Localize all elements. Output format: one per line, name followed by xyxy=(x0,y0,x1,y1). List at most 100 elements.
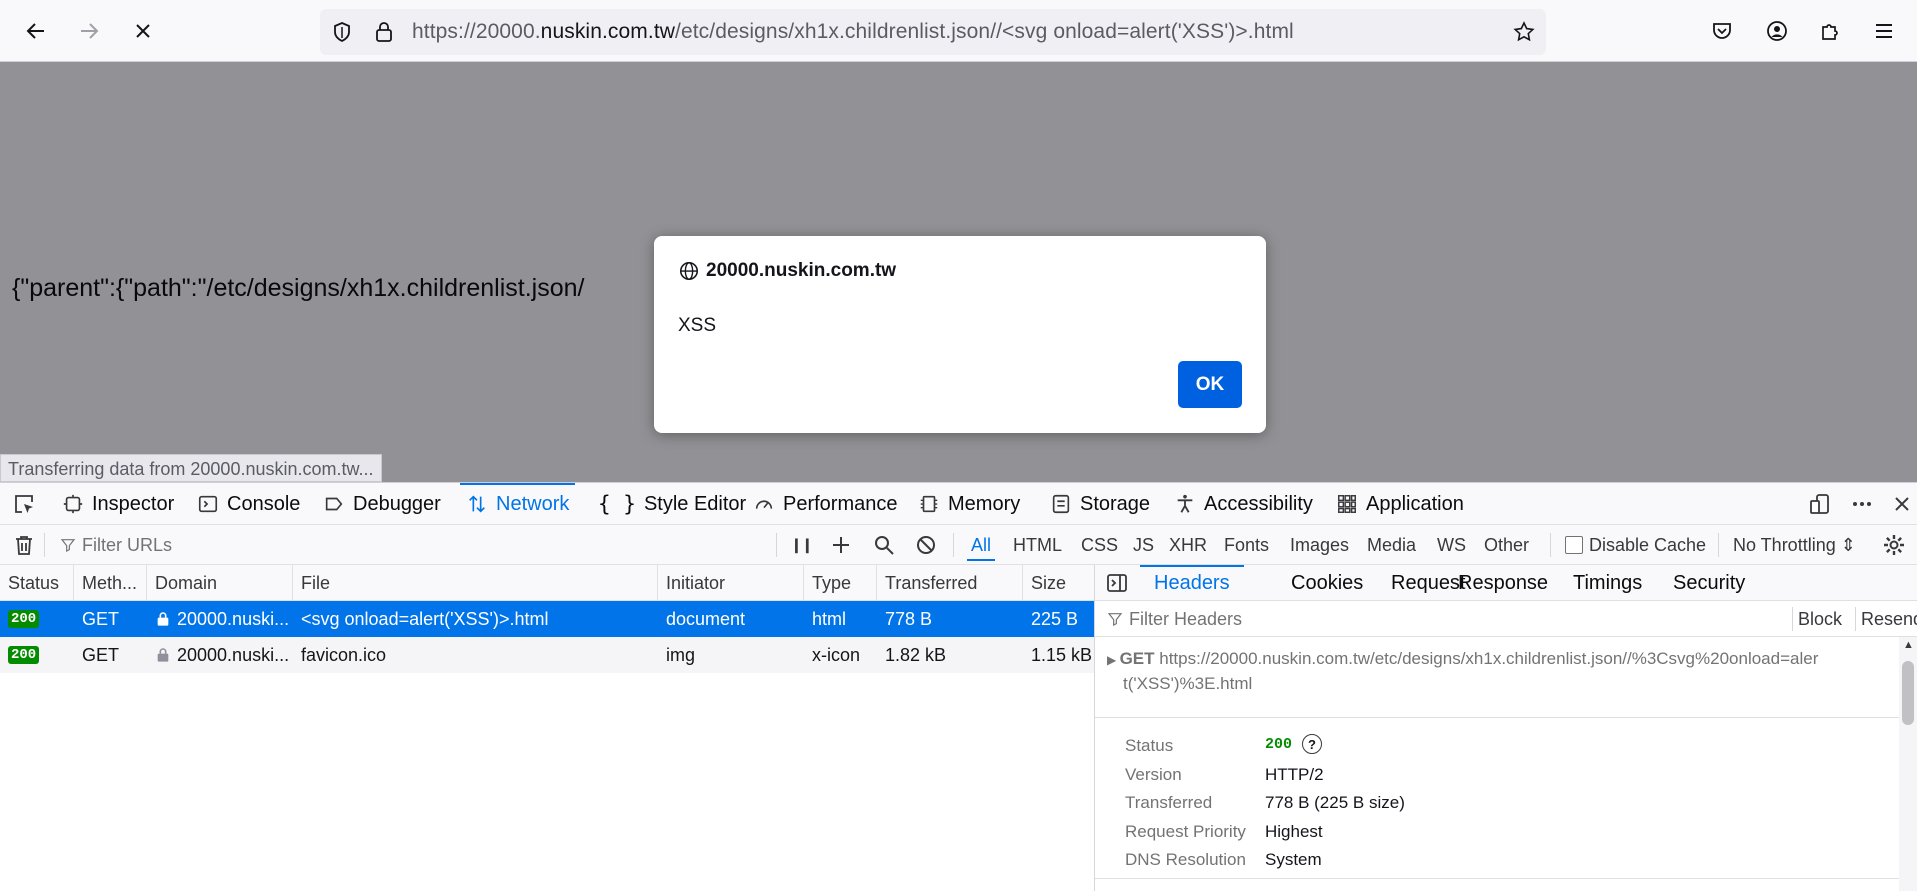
trash-icon[interactable] xyxy=(12,533,36,557)
element-picker-icon[interactable] xyxy=(12,492,36,516)
puzzle-icon xyxy=(1822,24,1838,40)
block-icon[interactable] xyxy=(914,533,938,557)
tab-cookies[interactable]: Cookies xyxy=(1291,565,1363,601)
table-row[interactable]: 200 GET 20000.nuski... <svg onload=alert… xyxy=(0,601,1094,637)
pocket-button[interactable] xyxy=(1705,14,1739,48)
separator xyxy=(776,533,777,557)
scrollbar[interactable]: ▲ xyxy=(1899,637,1917,891)
col-type[interactable]: Type xyxy=(804,565,877,601)
tab-style-editor[interactable]: { } Style Editor xyxy=(598,483,746,525)
menu-button[interactable] xyxy=(1867,14,1901,48)
tab-console[interactable]: Console xyxy=(197,483,300,525)
disable-cache-checkbox[interactable]: Disable Cache xyxy=(1565,525,1706,565)
request-url-line2: t('XSS')%3E.html xyxy=(1123,674,1253,693)
tab-security[interactable]: Security xyxy=(1673,565,1745,601)
filter-js[interactable]: JS xyxy=(1133,525,1154,565)
url-bar[interactable]: https://20000.nuskin.com.tw/etc/designs/… xyxy=(320,9,1546,55)
filter-images[interactable]: Images xyxy=(1290,525,1349,565)
status-badge: 200 xyxy=(8,646,40,664)
close-devtools-icon[interactable] xyxy=(1890,492,1914,516)
forward-button[interactable] xyxy=(72,14,106,48)
status-badge: 200 xyxy=(8,610,40,628)
gear-icon[interactable] xyxy=(1882,533,1906,557)
tab-inspector[interactable]: Inspector xyxy=(62,483,174,525)
tab-request[interactable]: Request xyxy=(1391,565,1466,601)
col-method[interactable]: Meth... xyxy=(74,565,147,601)
size-cell: 1.15 kB xyxy=(1031,644,1093,665)
tab-memory[interactable]: Memory xyxy=(918,483,1020,525)
tab-debugger-label: Debugger xyxy=(353,492,441,515)
account-icon xyxy=(1767,21,1787,41)
tab-headers[interactable]: Headers xyxy=(1140,565,1244,601)
url-text[interactable]: https://20000.nuskin.com.tw/etc/designs/… xyxy=(412,20,1294,44)
browser-toolbar: https://20000.nuskin.com.tw/etc/designs/… xyxy=(0,0,1917,62)
tab-performance[interactable]: Performance xyxy=(753,483,898,525)
filter-all[interactable]: All xyxy=(966,525,996,565)
detail-key: Version xyxy=(1125,765,1182,784)
filter-xhr[interactable]: XHR xyxy=(1169,525,1207,565)
tab-inspector-label: Inspector xyxy=(92,492,175,515)
throttling-select[interactable]: No Throttling ⇕ xyxy=(1733,525,1856,565)
expand-icon[interactable]: ▶ xyxy=(1107,653,1120,667)
filter-css[interactable]: CSS xyxy=(1081,525,1118,565)
tab-network[interactable]: Network xyxy=(459,483,576,525)
tab-accessibility[interactable]: Accessibility xyxy=(1174,483,1313,525)
col-initiator[interactable]: Initiator xyxy=(658,565,804,601)
stop-button[interactable] xyxy=(126,14,160,48)
request-details-panel: Headers Cookies Request Response Timings… xyxy=(1094,565,1917,891)
table-row[interactable]: 200 GET 20000.nuski... favicon.ico img x… xyxy=(0,637,1094,673)
more-options-icon[interactable] xyxy=(1850,492,1874,516)
extensions-button[interactable] xyxy=(1813,14,1847,48)
tab-response[interactable]: Response xyxy=(1458,565,1548,601)
shield-icon[interactable] xyxy=(330,20,354,44)
col-file[interactable]: File xyxy=(293,565,658,601)
filter-headers-bar: Filter Headers Block Resend xyxy=(1095,601,1917,637)
filter-icon xyxy=(60,539,76,552)
help-icon[interactable]: ? xyxy=(1302,734,1323,754)
filter-headers-input[interactable]: Filter Headers xyxy=(1107,601,1242,637)
account-button[interactable] xyxy=(1760,14,1794,48)
initiator-cell: img xyxy=(666,644,696,665)
filter-media[interactable]: Media xyxy=(1367,525,1416,565)
filter-html[interactable]: HTML xyxy=(1013,525,1062,565)
dialog-message: XSS xyxy=(678,315,717,336)
request-summary[interactable]: ▶ GET https://20000.nuskin.com.tw/etc/de… xyxy=(1107,647,1887,696)
console-icon xyxy=(198,495,218,513)
tab-application[interactable]: Application xyxy=(1336,483,1464,525)
separator xyxy=(44,533,45,557)
network-icon xyxy=(469,495,485,513)
status-code: 200 xyxy=(1265,735,1293,753)
separator xyxy=(1855,607,1856,631)
tab-storage[interactable]: Storage xyxy=(1050,483,1150,525)
col-size[interactable]: Size xyxy=(1023,565,1094,601)
filter-other[interactable]: Other xyxy=(1484,525,1529,565)
size-cell: 225 B xyxy=(1031,608,1079,629)
resend-button[interactable]: Resend xyxy=(1861,601,1917,637)
star-icon[interactable] xyxy=(1512,20,1536,44)
filter-ws[interactable]: WS xyxy=(1437,525,1466,565)
scrollbar-thumb[interactable] xyxy=(1902,661,1914,725)
col-transferred[interactable]: Transferred xyxy=(877,565,1023,601)
filter-urls-input[interactable]: Filter URLs xyxy=(60,525,172,565)
ok-button[interactable]: OK xyxy=(1178,361,1242,408)
pause-button[interactable]: ❙❙ xyxy=(791,525,813,565)
search-icon[interactable] xyxy=(872,533,896,557)
scroll-up-icon[interactable]: ▲ xyxy=(1903,639,1914,651)
separator xyxy=(953,533,954,557)
method-cell: GET xyxy=(82,644,120,665)
block-button[interactable]: Block xyxy=(1798,601,1842,637)
request-table-header: Status Meth... Domain File Initiator Typ… xyxy=(0,565,1094,601)
col-domain[interactable]: Domain xyxy=(147,565,293,601)
toggle-sidebar-icon[interactable] xyxy=(1105,571,1129,595)
back-button[interactable] xyxy=(19,14,53,48)
details-tabbar: Headers Cookies Request Response Timings… xyxy=(1095,565,1917,601)
responsive-mode-icon[interactable] xyxy=(1808,492,1832,516)
plus-icon[interactable] xyxy=(829,533,853,557)
lock-icon[interactable] xyxy=(372,20,396,44)
gauge-icon xyxy=(755,500,773,509)
checkbox-box[interactable] xyxy=(1565,536,1583,554)
filter-fonts[interactable]: Fonts xyxy=(1224,525,1269,565)
tab-debugger[interactable]: Debugger xyxy=(323,483,441,525)
col-status[interactable]: Status xyxy=(0,565,74,601)
tab-timings[interactable]: Timings xyxy=(1573,565,1642,601)
